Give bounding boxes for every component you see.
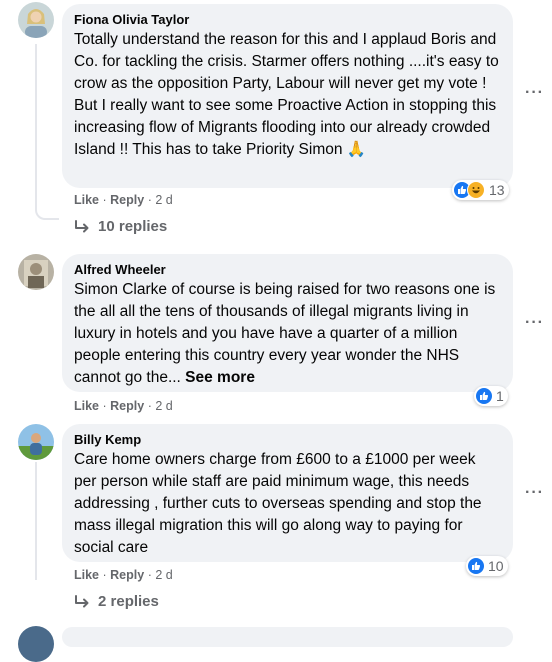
like-button[interactable]: Like (74, 399, 99, 413)
reply-arrow-icon (74, 219, 90, 234)
avatar[interactable] (18, 2, 54, 38)
thread-line (35, 462, 37, 580)
comment-timestamp[interactable]: 2 d (155, 399, 172, 413)
comment-author[interactable]: Billy Kemp (74, 431, 501, 448)
more-options-icon[interactable]: ··· (525, 314, 544, 332)
replies-label: 2 replies (98, 593, 159, 610)
comment-text: Totally understand the reason for this a… (74, 31, 499, 158)
reaction-count: 10 (488, 558, 504, 574)
avatar[interactable] (18, 254, 54, 290)
like-button[interactable]: Like (74, 568, 99, 582)
comment-bubble (62, 627, 513, 647)
view-replies-button[interactable]: 2 replies (74, 593, 159, 610)
comment-bubble: Fiona Olivia Taylor Totally understand t… (62, 4, 513, 188)
see-more-link[interactable]: See more (185, 369, 255, 386)
reaction-summary[interactable]: 10 (466, 556, 508, 576)
reply-button[interactable]: Reply (110, 399, 144, 413)
reply-button[interactable]: Reply (110, 193, 144, 207)
comment-bubble: Billy Kemp Care home owners charge from … (62, 424, 513, 562)
more-options-icon[interactable]: ··· (525, 84, 544, 102)
comment-bubble: Alfred Wheeler Simon Clarke of course is… (62, 254, 513, 392)
separator: · (102, 399, 107, 413)
reply-button[interactable]: Reply (110, 568, 144, 582)
reply-arrow-icon (74, 594, 90, 609)
comment-text: Simon Clarke of course is being raised f… (74, 279, 501, 389)
separator: · (102, 193, 107, 207)
view-replies-button[interactable]: 10 replies (74, 218, 167, 235)
more-options-icon[interactable]: ··· (525, 484, 544, 502)
separator: · (102, 568, 107, 582)
reaction-summary[interactable]: 13 (452, 180, 509, 200)
like-icon (476, 388, 492, 404)
comment-text: Care home owners charge from £600 to a £… (74, 451, 482, 556)
reaction-count: 13 (489, 182, 505, 198)
comment-author[interactable]: Alfred Wheeler (74, 261, 501, 278)
comment-timestamp[interactable]: 2 d (155, 568, 172, 582)
comment-author[interactable]: Fiona Olivia Taylor (74, 11, 501, 28)
comment-actions: Like · Reply · 2 d (74, 567, 173, 583)
avatar[interactable] (18, 424, 54, 460)
comment-actions: Like · Reply · 2 d (74, 192, 173, 208)
reaction-summary[interactable]: 1 (474, 386, 508, 406)
thread-connector (35, 204, 59, 220)
comment-text-body: Simon Clarke of course is being raised f… (74, 281, 496, 386)
separator: · (147, 193, 152, 207)
like-button[interactable]: Like (74, 193, 99, 207)
comment-actions: Like · Reply · 2 d (74, 398, 173, 414)
like-icon (468, 558, 484, 574)
comment-timestamp[interactable]: 2 d (155, 193, 172, 207)
thread-line (35, 44, 37, 204)
separator: · (147, 568, 152, 582)
replies-label: 10 replies (98, 218, 168, 235)
haha-icon (467, 181, 485, 199)
avatar[interactable] (18, 626, 54, 662)
reaction-count: 1 (496, 388, 504, 404)
separator: · (147, 399, 152, 413)
